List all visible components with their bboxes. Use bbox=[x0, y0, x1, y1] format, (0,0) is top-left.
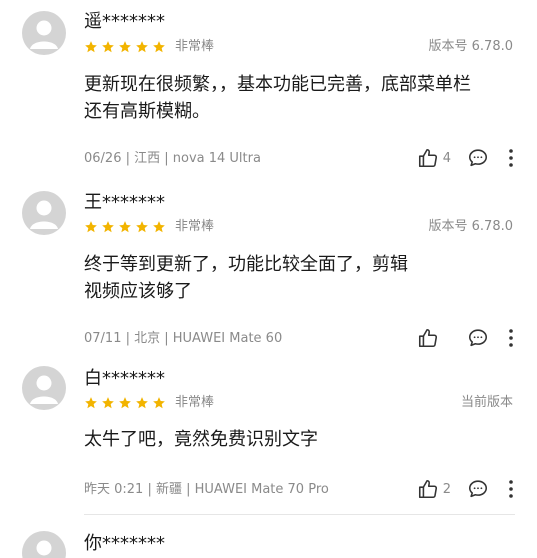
username: 你******* bbox=[84, 533, 165, 554]
avatar[interactable] bbox=[22, 531, 66, 558]
review-item: 你******* bbox=[0, 0, 537, 558]
person-silhouette-icon bbox=[36, 540, 52, 556]
reviews-page: 遥******* 非常棒 版本号 6.78.0 更新现在很频繁，，基本功能已完善… bbox=[0, 0, 537, 558]
